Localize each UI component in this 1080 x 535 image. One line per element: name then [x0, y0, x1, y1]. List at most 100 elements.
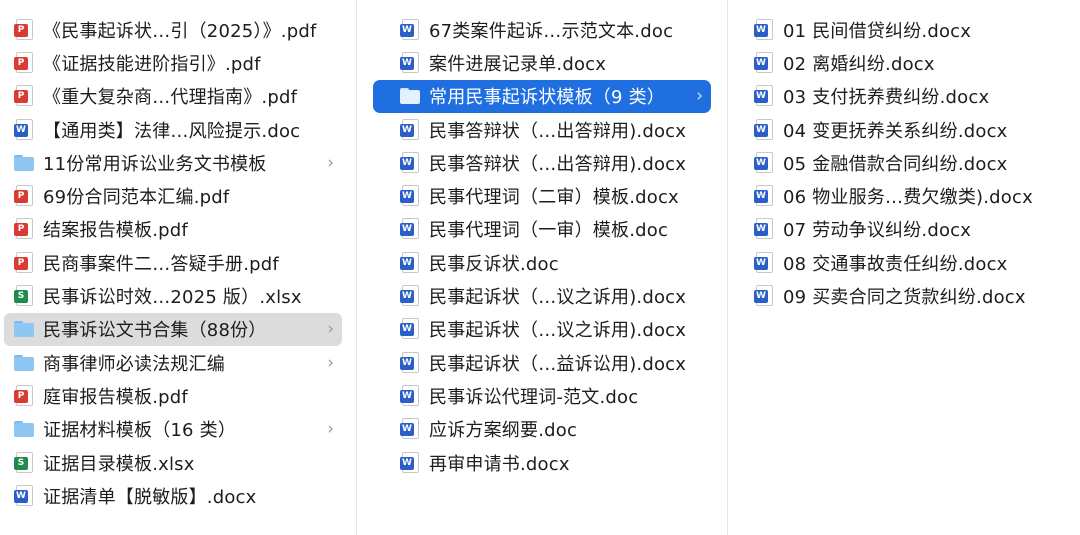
word-file-icon: W	[400, 451, 420, 474]
file-row[interactable]: W 67类案件起诉…示范文本.doc	[373, 13, 711, 46]
chevron-right-icon: ›	[327, 352, 334, 373]
item-label: 民事诉讼代理词-范文.doc	[429, 386, 639, 408]
file-row[interactable]: W 02 离婚纠纷.docx	[729, 46, 1076, 79]
file-row[interactable]: W 09 买卖合同之货款纠纷.docx	[729, 279, 1076, 312]
file-row[interactable]: W 应诉方案纲要.doc	[373, 413, 711, 446]
word-file-icon: W	[400, 384, 420, 407]
item-label: 《民事起诉状…引（2025）》.pdf	[43, 20, 317, 42]
file-row[interactable]: P 69份合同范本汇编.pdf	[4, 179, 342, 212]
file-row[interactable]: W 06 物业服务…费欠缴类).docx	[729, 179, 1076, 212]
word-file-icon: W	[754, 51, 774, 74]
pdf-file-icon: P	[14, 218, 34, 240]
file-row[interactable]: W 【通用类】法律…风险提示.doc	[4, 113, 342, 146]
file-row[interactable]: W 民事代理词（二审）模板.docx	[373, 179, 711, 212]
file-row[interactable]: W 证据清单【脱敏版】.docx	[4, 479, 342, 512]
file-row[interactable]: P 结案报告模板.pdf	[4, 213, 342, 246]
column-3[interactable]: W 01 民间借贷纠纷.docx W 02 离婚纠纷.docx W 03 支付抚养费纠纷.…	[729, 0, 1080, 535]
item-label: 民事诉讼时效…2025 版）.xlsx	[43, 287, 302, 309]
file-row[interactable]: W 04 变更抚养关系纠纷.docx	[729, 113, 1076, 146]
item-label: 常用民事起诉状模板（9 类）	[429, 87, 665, 109]
file-row[interactable]: W 07 劳动争议纠纷.docx	[729, 213, 1076, 246]
pdf-file-icon: P	[14, 85, 34, 107]
file-row[interactable]: P 庭审报告模板.pdf	[4, 379, 342, 412]
item-label: 民商事案件二…答疑手册.pdf	[43, 253, 279, 275]
file-row[interactable]: W 再审申请书.docx	[373, 446, 711, 479]
item-label: 证据目录模板.xlsx	[43, 453, 195, 475]
folder-icon	[14, 152, 34, 174]
excel-file-icon: S	[14, 451, 34, 474]
file-row[interactable]: S 民事诉讼时效…2025 版）.xlsx	[4, 279, 342, 312]
file-row[interactable]: W 民事起诉状（…益诉讼用).docx	[373, 346, 711, 379]
folder-icon	[14, 318, 34, 340]
item-label: 08 交通事故责任纠纷.docx	[783, 253, 1008, 275]
folder-icon	[14, 352, 34, 374]
file-row[interactable]: W 民事反诉状.doc	[373, 246, 711, 279]
file-row[interactable]: P 《重大复杂商…代理指南》.pdf	[4, 80, 342, 113]
word-file-icon: W	[400, 318, 420, 340]
word-file-icon: W	[754, 18, 774, 41]
file-row[interactable]: W 民事答辩状（…出答辩用).docx	[373, 113, 711, 146]
word-file-icon: W	[400, 18, 420, 41]
item-label: 《证据技能进阶指引》.pdf	[43, 53, 261, 75]
chevron-right-icon: ›	[327, 152, 334, 173]
file-row[interactable]: W 民事起诉状（…议之诉用).docx	[373, 313, 711, 346]
file-row[interactable]: W 05 金融借款合同纠纷.docx	[729, 146, 1076, 179]
word-file-icon: W	[400, 285, 420, 307]
file-row[interactable]: W 案件进展记录单.docx	[373, 46, 711, 79]
file-row[interactable]: S 证据目录模板.xlsx	[4, 446, 342, 479]
item-label: 民事代理词（一审）模板.doc	[429, 220, 669, 242]
file-row[interactable]: P 民商事案件二…答疑手册.pdf	[4, 246, 342, 279]
file-row[interactable]: W 08 交通事故责任纠纷.docx	[729, 246, 1076, 279]
file-row[interactable]: W 民事代理词（一审）模板.doc	[373, 213, 711, 246]
file-row[interactable]: W 民事起诉状（…议之诉用).docx	[373, 279, 711, 312]
word-file-icon: W	[400, 185, 420, 207]
file-row[interactable]: W 民事答辩状（…出答辩用).docx	[373, 146, 711, 179]
item-label: 09 买卖合同之货款纠纷.docx	[783, 287, 1026, 309]
item-label: 民事代理词（二审）模板.docx	[429, 187, 679, 209]
word-file-icon: W	[14, 118, 34, 141]
pdf-file-icon: P	[14, 251, 34, 274]
item-label: 04 变更抚养关系纠纷.docx	[783, 120, 1008, 142]
item-label: 69份合同范本汇编.pdf	[43, 187, 230, 209]
folder-row[interactable]: 民事诉讼文书合集（88份） ›	[4, 312, 342, 346]
chevron-right-icon: ›	[327, 319, 334, 340]
item-label: 应诉方案纲要.doc	[429, 420, 578, 442]
item-label: 民事答辩状（…出答辩用).docx	[429, 153, 687, 175]
word-file-icon: W	[754, 85, 774, 107]
file-row[interactable]: P 《民事起诉状…引（2025）》.pdf	[4, 13, 342, 46]
folder-row[interactable]: 商事律师必读法规汇编 ›	[4, 346, 342, 379]
item-label: 02 离婚纠纷.docx	[783, 53, 935, 75]
chevron-right-icon: ›	[696, 86, 703, 107]
item-label: 【通用类】法律…风险提示.doc	[43, 120, 301, 142]
folder-icon	[14, 418, 34, 440]
word-file-icon: W	[754, 251, 774, 274]
file-row[interactable]: W 01 民间借贷纠纷.docx	[729, 13, 1076, 46]
item-label: 03 支付抚养费纠纷.docx	[783, 87, 990, 109]
item-label: 结案报告模板.pdf	[43, 220, 188, 242]
pdf-file-icon: P	[14, 18, 34, 41]
file-row[interactable]: P 《证据技能进阶指引》.pdf	[4, 46, 342, 79]
word-file-icon: W	[14, 484, 34, 507]
item-label: 民事起诉状（…议之诉用).docx	[429, 320, 687, 342]
file-row[interactable]: W 03 支付抚养费纠纷.docx	[729, 80, 1076, 113]
column-1[interactable]: P 《民事起诉状…引（2025）》.pdf P 《证据技能进阶指引》.pdf P 《重大复…	[0, 0, 357, 535]
item-label: 07 劳动争议纠纷.docx	[783, 220, 972, 242]
word-file-icon: W	[754, 218, 774, 240]
item-label: 民事起诉状（…议之诉用).docx	[429, 287, 687, 309]
pdf-file-icon: P	[14, 384, 34, 407]
pdf-file-icon: P	[14, 51, 34, 74]
folder-row[interactable]: 11份常用诉讼业务文书模板 ›	[4, 146, 342, 179]
item-label: 06 物业服务…费欠缴类).docx	[783, 187, 1033, 209]
item-label: 11份常用诉讼业务文书模板	[43, 153, 267, 175]
column-2[interactable]: W 67类案件起诉…示范文本.doc W 案件进展记录单.docx 常用民事起诉状模板（…	[358, 0, 728, 535]
item-label: 05 金融借款合同纠纷.docx	[783, 153, 1008, 175]
word-file-icon: W	[754, 151, 774, 174]
word-file-icon: W	[400, 351, 420, 374]
column-browser: P 《民事起诉状…引（2025）》.pdf P 《证据技能进阶指引》.pdf P 《重大复…	[0, 0, 1080, 535]
file-row[interactable]: W 民事诉讼代理词-范文.doc	[373, 379, 711, 412]
word-file-icon: W	[400, 118, 420, 141]
folder-row[interactable]: 证据材料模板（16 类） ›	[4, 413, 342, 446]
word-file-icon: W	[400, 151, 420, 174]
chevron-right-icon: ›	[327, 419, 334, 440]
folder-row[interactable]: 常用民事起诉状模板（9 类） ›	[373, 79, 711, 113]
